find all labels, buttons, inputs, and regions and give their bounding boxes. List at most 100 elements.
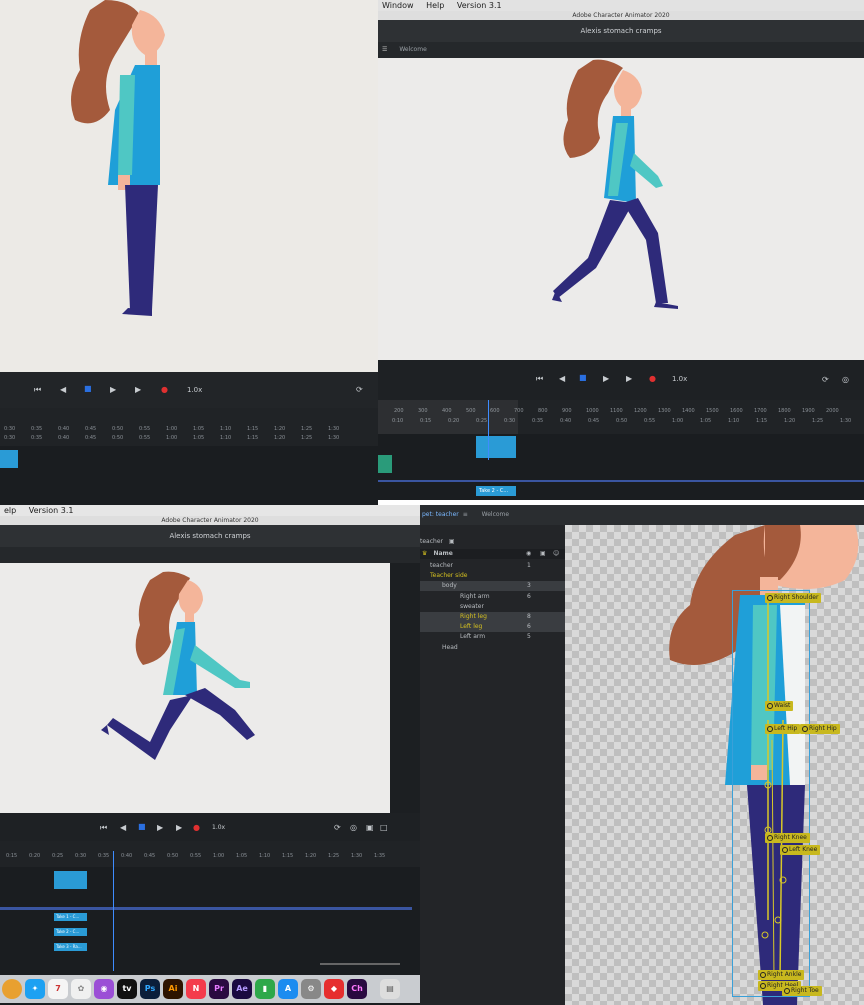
photoshop-icon[interactable]: Ps [140, 979, 160, 999]
layer-row[interactable]: Left arm 5 [420, 632, 565, 642]
ruler-tick: 1:20 [305, 853, 317, 859]
take-clip-3[interactable]: Take 3 - Ra... [54, 943, 87, 951]
tab-welcome[interactable]: Welcome [482, 511, 509, 518]
photos-icon[interactable]: ✿ [71, 979, 91, 999]
step-back-icon[interactable]: ◀︎ [120, 823, 126, 832]
transport-bar: ⏮ ◀︎ ■ ▶ ▶︎ ● 1.0x ⟳ ◎ [378, 360, 864, 400]
stop-button[interactable]: ■ [579, 373, 587, 382]
finder-icon[interactable]: ▤ [380, 979, 400, 999]
acrobat-icon[interactable]: ◆ [324, 979, 344, 999]
timeline-ruler[interactable]: 0:15 0:20 0:25 0:30 0:35 0:40 0:45 0:50 0:55 1:00… [0, 841, 420, 867]
speed-readout[interactable]: 1.0x [672, 375, 687, 383]
rig-tag-left-knee[interactable]: Left Knee [780, 845, 821, 855]
step-forward-icon[interactable]: ▶︎ [135, 385, 141, 394]
rig-tag-right-knee[interactable]: Right Knee [765, 833, 810, 843]
layer-row[interactable]: teacher 1 [420, 561, 565, 571]
play-button[interactable]: ▶ [603, 374, 609, 383]
play-button[interactable]: ▶ [157, 823, 163, 832]
skip-start-icon[interactable]: ⏮ [536, 374, 543, 384]
chrome-icon[interactable] [2, 979, 22, 999]
appstore-icon[interactable]: A [278, 979, 298, 999]
puppet-badge-icon: ▣ [448, 538, 455, 545]
tab-menu-icon[interactable]: ≡ [463, 511, 468, 518]
visibility-icon[interactable]: ◉ [526, 549, 531, 559]
illustrator-icon[interactable]: Ai [163, 979, 183, 999]
step-forward-icon[interactable]: ▶︎ [176, 823, 182, 832]
premiere-icon[interactable]: Pr [209, 979, 229, 999]
calendar-icon[interactable]: 7 [48, 979, 68, 999]
twitter-icon[interactable]: ✦ [25, 979, 45, 999]
audio-clip[interactable] [54, 871, 87, 889]
play-button[interactable]: ▶ [110, 385, 116, 394]
take-clip-2[interactable]: Take 2 - C... [54, 928, 87, 936]
settings-icon[interactable]: ⚙ [301, 979, 321, 999]
speed-readout[interactable]: 1.0x [187, 386, 202, 394]
loop-icon[interactable]: ⟳ [356, 385, 363, 394]
record-button[interactable]: ● [649, 374, 656, 383]
audio-clip[interactable] [0, 450, 18, 468]
tab-welcome[interactable]: Welcome [399, 46, 426, 53]
audio-clip-left[interactable] [378, 455, 392, 473]
speed-readout[interactable]: 1.0x [212, 824, 225, 831]
stop-button[interactable]: ■ [84, 384, 92, 393]
trigger-icon[interactable]: ▣ [540, 549, 546, 559]
podcasts-icon[interactable]: ◉ [94, 979, 114, 999]
playhead[interactable] [113, 851, 114, 971]
character-animator-icon[interactable]: Ch [347, 979, 367, 999]
audio-clip[interactable] [476, 436, 516, 458]
playhead[interactable] [488, 400, 489, 460]
menu-icon[interactable]: ☰ [382, 46, 387, 53]
ruler-tick: 1:20 [784, 418, 796, 424]
skip-start-icon[interactable]: ⏮ [100, 823, 107, 833]
menu-help[interactable]: Help [426, 1, 444, 10]
record-button[interactable]: ● [161, 385, 168, 394]
character-walking [552, 59, 678, 309]
zoom-slider[interactable] [320, 963, 400, 965]
rig-tag-right-shoulder[interactable]: Right Shoulder [765, 593, 822, 603]
menu-help[interactable]: elp [4, 506, 16, 515]
puppet-root[interactable]: teacher ▣ [420, 537, 565, 547]
camera-icon[interactable]: ◎ [350, 823, 357, 832]
window-titlebar: Adobe Character Animator 2020 [0, 516, 420, 525]
ruler-tick: 1:30 [840, 418, 852, 424]
record-button[interactable]: ● [193, 823, 200, 832]
rig-tag-waist[interactable]: Waist [765, 701, 794, 711]
aftereffects-icon[interactable]: Ae [232, 979, 252, 999]
layer-row[interactable]: Head [420, 643, 565, 653]
layer-row[interactable]: Left leg 6 [420, 622, 565, 633]
panel-running: elp Version 3.1 Adobe Character Animator… [0, 505, 420, 1005]
camera-icon[interactable]: ◎ [842, 375, 849, 384]
rig-tag-right-toe[interactable]: Right Toe [782, 986, 822, 996]
timeline-ruler[interactable]: 0:30 0:35 0:40 0:45 0:50 0:55 1:00 1:05 1:10 1:15… [0, 408, 378, 446]
rig-tag-right-hip[interactable]: Right Hip [800, 724, 840, 734]
layers-panel: teacher ▣ ♛ Name ◉ ▣ ☺ teacher 1 Teacher s… [420, 525, 565, 1005]
handle-icon[interactable]: ☺ [553, 549, 559, 559]
rig-tag-left-hip[interactable]: Left Hip [765, 724, 801, 734]
take-clip-1[interactable]: Take 1 - C... [54, 913, 87, 921]
rig-tag-right-ankle[interactable]: Right Ankle [758, 970, 805, 980]
ruler-tick: 1:05 [193, 435, 205, 441]
layer-row[interactable]: Teacher side [420, 571, 565, 581]
numbers-icon[interactable]: ▮ [255, 979, 275, 999]
tab-puppet[interactable]: pet: teacher [422, 511, 459, 518]
ruler-tick: 1500 [706, 408, 719, 414]
news-icon[interactable]: N [186, 979, 206, 999]
monitor-icon[interactable]: ▣ [366, 823, 374, 832]
skip-start-icon[interactable]: ⏮ [34, 385, 41, 395]
layer-row[interactable]: Right arm 6 [420, 592, 565, 602]
frame-icon[interactable]: □ [380, 823, 388, 832]
layer-row[interactable]: sweater [420, 602, 565, 612]
loop-icon[interactable]: ⟳ [822, 375, 829, 384]
step-back-icon[interactable]: ◀︎ [559, 374, 565, 383]
step-back-icon[interactable]: ◀︎ [60, 385, 66, 394]
layer-row[interactable]: body 3 [420, 581, 565, 592]
layer-name: Right arm [460, 592, 490, 600]
appletv-icon[interactable]: tv [117, 979, 137, 999]
stop-button[interactable]: ■ [138, 822, 146, 831]
menu-window[interactable]: Window [382, 1, 414, 10]
take-clip[interactable]: Take 2 - C... [476, 486, 516, 496]
layer-row[interactable]: Right leg 8 [420, 612, 565, 622]
step-forward-icon[interactable]: ▶︎ [626, 374, 632, 383]
ruler-tick: 0:20 [29, 853, 41, 859]
loop-icon[interactable]: ⟳ [334, 823, 341, 832]
